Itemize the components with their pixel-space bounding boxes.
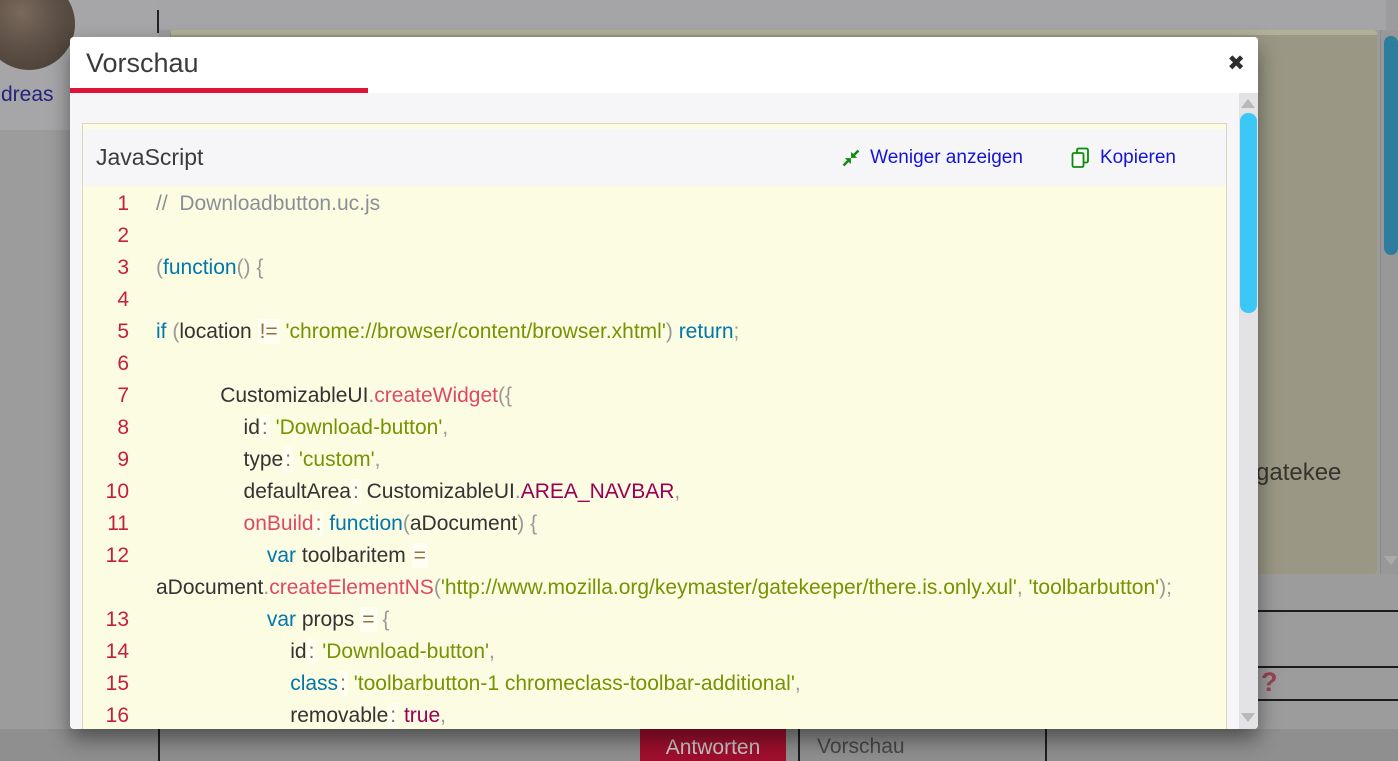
collapse-button[interactable]: Weniger anzeigen: [841, 147, 1023, 169]
code-line: 3(function() {: [96, 252, 1216, 284]
dialog-body: JavaScript: [70, 93, 1258, 729]
line-number: 11: [96, 508, 129, 540]
codebox-actions: Weniger anzeigen Kopieren: [841, 147, 1226, 169]
preview-dialog: Vorschau ✖ JavaScript: [70, 37, 1258, 729]
line-number: 1: [96, 188, 129, 220]
page-top-strip: [0, 0, 1386, 30]
line-number: 2: [96, 220, 129, 252]
dialog-scrollbar-thumb[interactable]: [1240, 113, 1257, 313]
code-line: 8 id: 'Download-button',: [96, 412, 1216, 444]
preview-tab[interactable]: Vorschau: [817, 735, 905, 759]
code-preview-box: JavaScript: [82, 123, 1227, 729]
dialog-scrollbar[interactable]: [1239, 93, 1258, 729]
help-question-mark: ?: [1261, 667, 1278, 698]
code-line: 16 removable: true,: [96, 700, 1216, 729]
code-line: 4: [96, 284, 1216, 316]
scroll-down-icon[interactable]: [1384, 556, 1398, 565]
line-number: 7: [96, 380, 129, 412]
code-line: 6: [96, 348, 1216, 380]
code-line: 2: [96, 220, 1216, 252]
code-lines: 1// Downloadbutton.uc.js23(function() {4…: [83, 186, 1226, 729]
line-number: 8: [96, 412, 129, 444]
dialog-title: Vorschau: [86, 48, 199, 79]
page-scrollbar[interactable]: [1380, 30, 1398, 574]
divider: [1045, 729, 1047, 761]
copy-button-label: Kopieren: [1100, 147, 1176, 169]
line-number: 6: [96, 348, 129, 380]
code-line: 10 defaultArea: CustomizableUI.AREA_NAVB…: [96, 476, 1216, 508]
line-number: 3: [96, 252, 129, 284]
close-icon[interactable]: ✖: [1227, 51, 1245, 76]
dialog-header: Vorschau ✖: [70, 37, 1258, 93]
post-form-bottom-bar: Antworten Vorschau: [0, 729, 1398, 761]
code-line: 9 type: 'custom',: [96, 444, 1216, 476]
line-number: 16: [96, 700, 129, 729]
scroll-up-icon[interactable]: [1241, 99, 1255, 108]
line-number: 9: [96, 444, 129, 476]
code-line: 15 class: 'toolbarbutton-1 chromeclass-t…: [96, 668, 1216, 700]
page-scrollbar-thumb[interactable]: [1384, 36, 1398, 255]
scroll-down-icon[interactable]: [1241, 713, 1255, 722]
line-number: 14: [96, 636, 129, 668]
reply-button[interactable]: Antworten: [640, 729, 786, 761]
divider: [158, 729, 160, 761]
post-border: [157, 10, 159, 33]
code-line: 12 var toolbaritem = aDocument.createEle…: [96, 540, 1216, 604]
line-number: 4: [96, 284, 129, 316]
code-line: 11 onBuild: function(aDocument) {: [96, 508, 1216, 540]
collapse-button-label: Weniger anzeigen: [870, 147, 1023, 169]
code-line: 7 CustomizableUI.createWidget({: [96, 380, 1216, 412]
divider: [798, 729, 800, 761]
code-line: 5if (location != 'chrome://browser/conte…: [96, 316, 1216, 348]
line-number: 15: [96, 668, 129, 700]
code-line: 13 var props = {: [96, 604, 1216, 636]
line-number: 12: [96, 540, 129, 604]
copy-icon: [1070, 147, 1091, 169]
collapse-arrows-icon: [841, 148, 861, 168]
quoted-code-fragment: gatekee: [1256, 459, 1341, 487]
codebox-header: JavaScript: [83, 129, 1226, 186]
code-language-label: JavaScript: [83, 144, 203, 171]
copy-button[interactable]: Kopieren: [1070, 147, 1176, 169]
line-number: 13: [96, 604, 129, 636]
username-link[interactable]: dreas: [1, 83, 54, 107]
code-line: 1// Downloadbutton.uc.js: [96, 188, 1216, 220]
code-line: 14 id: 'Download-button',: [96, 636, 1216, 668]
line-number: 10: [96, 476, 129, 508]
line-number: 5: [96, 316, 129, 348]
